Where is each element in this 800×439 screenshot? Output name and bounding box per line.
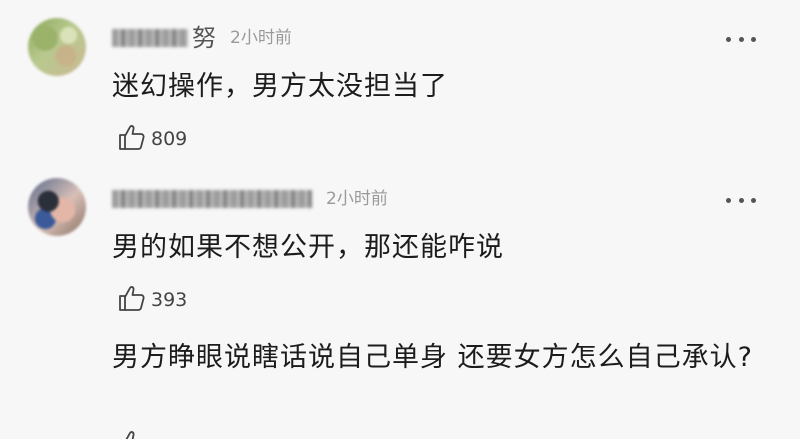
comment-text: 男的如果不想公开，那还能咋说 (112, 232, 504, 263)
comment-text: 男方睁眼说瞎话说自己单身 还要女方怎么自己承认? (112, 342, 753, 373)
thumbs-up-icon (117, 122, 147, 156)
timestamp: 2小时前 (230, 28, 292, 48)
comment-feed: 努 2小时前 迷幻操作，男方太没担当了 809 2小时前 男的如果不想公开，那还… (0, 0, 800, 439)
avatar[interactable] (28, 18, 86, 76)
timestamp: 2小时前 (326, 189, 388, 209)
avatar[interactable] (28, 178, 86, 236)
blurred-username (112, 190, 312, 208)
blurred-username (112, 29, 188, 47)
thumbs-up-icon (117, 428, 147, 439)
like-count: 809 (151, 128, 188, 150)
like-count: 393 (151, 289, 188, 311)
thumbs-up-icon (117, 283, 147, 317)
like-button[interactable]: 809 (117, 123, 187, 155)
username-visible-part: 努 (192, 24, 216, 52)
more-options-icon[interactable] (726, 195, 756, 205)
like-button[interactable]: 393 (117, 284, 187, 316)
comment-text: 迷幻操作，男方太没担当了 (112, 71, 448, 102)
like-button[interactable] (117, 428, 147, 439)
username[interactable]: 2小时前 (112, 188, 388, 210)
username[interactable]: 努 2小时前 (112, 24, 292, 52)
more-options-icon[interactable] (726, 34, 756, 44)
